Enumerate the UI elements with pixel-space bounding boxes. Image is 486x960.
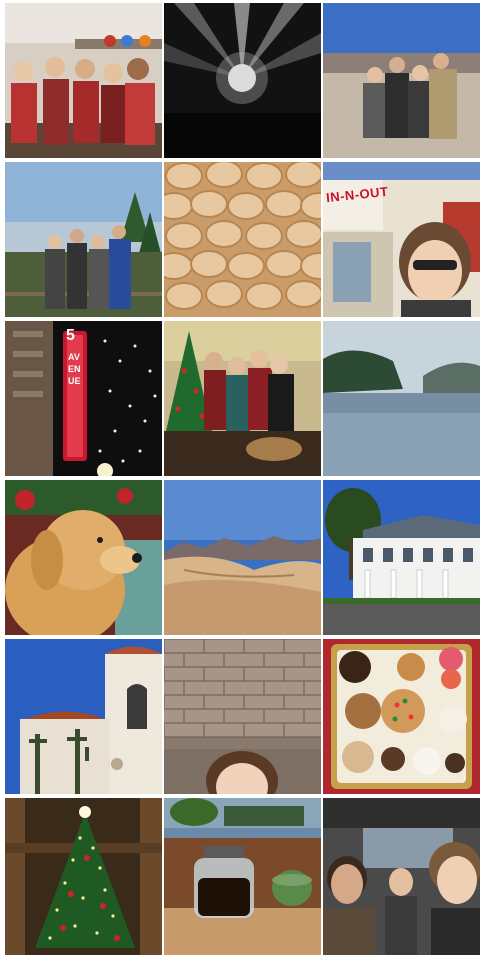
photo-tile-sand-dunes[interactable] — [164, 480, 321, 635]
photo-tile-desert-group[interactable] — [323, 3, 480, 158]
fifth-avenue-sign-name: AVENUE — [68, 352, 81, 386]
photo-grid: IN-N-OUT 5 AVENUE — [0, 0, 486, 960]
photo-tile-white-inn[interactable] — [323, 480, 480, 635]
photo-tile-car-selfie[interactable] — [323, 798, 480, 955]
fifth-avenue-sign-number: 5 — [66, 327, 75, 344]
photo-tile-mission-joshua-trees[interactable] — [5, 639, 162, 794]
photo-tile-golden-retriever[interactable] — [5, 480, 162, 635]
photo-tile-coffee-press[interactable] — [164, 798, 321, 955]
photo-tile-brick-wall-selfie[interactable] — [164, 639, 321, 794]
photo-tile-macarons[interactable] — [164, 162, 321, 317]
photo-tile-christmas-tree-lights[interactable] — [5, 798, 162, 955]
photo-tile-fifth-avenue-theatre[interactable]: 5 AVENUE — [5, 321, 162, 476]
photo-tile-cookie-tray[interactable] — [323, 639, 480, 794]
photo-tile-concert[interactable] — [164, 3, 321, 158]
photo-tile-christmas-family[interactable] — [164, 321, 321, 476]
photo-tile-mountain-overlook[interactable] — [5, 162, 162, 317]
photo-tile-misty-lake[interactable] — [323, 321, 480, 476]
photo-tile-kitchen-group[interactable] — [5, 3, 162, 158]
photo-tile-in-n-out-selfie[interactable]: IN-N-OUT — [323, 162, 480, 317]
